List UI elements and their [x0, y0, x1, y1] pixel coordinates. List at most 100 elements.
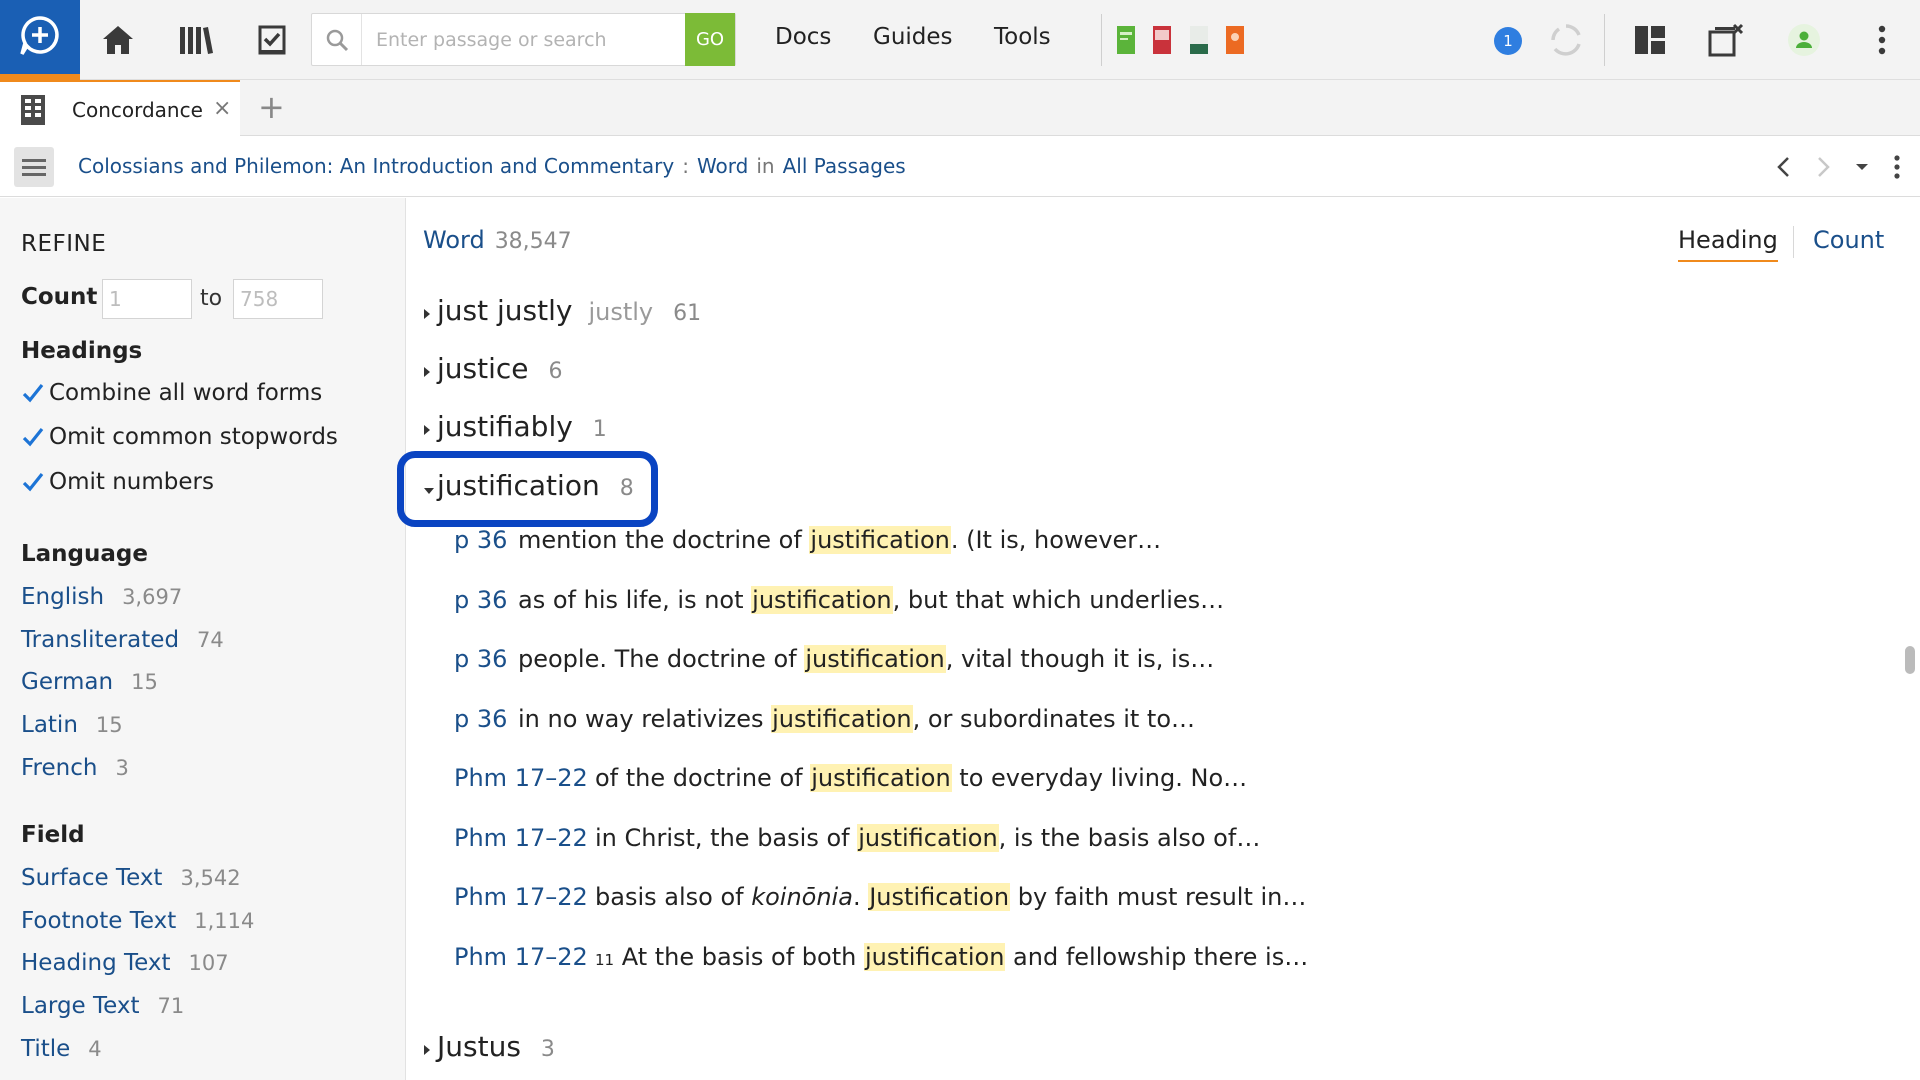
combine-word-forms-checkbox[interactable]: Combine all word forms: [21, 380, 322, 406]
docs-menu[interactable]: Docs: [775, 24, 831, 50]
field-facet-large-text[interactable]: Large Text 71: [21, 993, 184, 1019]
hit-text-after: , is the basis also of…: [998, 824, 1261, 852]
facet-label: German: [21, 669, 114, 695]
dark-book-icon[interactable]: [1179, 16, 1219, 64]
red-book-icon[interactable]: [1142, 16, 1182, 64]
hit-reference[interactable]: Phm 17–22: [454, 883, 595, 911]
tab-label: Concordance: [72, 98, 203, 122]
checklist-icon[interactable]: [248, 16, 296, 64]
scrollbar[interactable]: [1903, 278, 1915, 1078]
facet-label: Latin: [21, 712, 78, 738]
results-header-label[interactable]: Word: [423, 226, 485, 254]
breadcrumb-separator: :: [682, 154, 689, 178]
back-chevron-icon[interactable]: [1767, 151, 1799, 183]
library-icon[interactable]: [172, 16, 220, 64]
facet-count: 1,114: [194, 909, 255, 933]
hit-reference[interactable]: Phm 17–22: [454, 824, 595, 852]
facet-count: 4: [88, 1037, 102, 1061]
user-avatar-icon[interactable]: [1780, 16, 1828, 64]
hit-reference[interactable]: p 36: [454, 586, 518, 614]
go-button[interactable]: GO: [685, 13, 735, 66]
hit-text-after: by faith must result in…: [1010, 883, 1307, 911]
word-row-justus[interactable]: Justus 3: [423, 1030, 555, 1063]
tools-menu[interactable]: Tools: [994, 24, 1051, 50]
word-count: 6: [548, 359, 563, 384]
count-from-input[interactable]: [102, 279, 192, 319]
hit-row: p 36 in no way relativizes justification…: [454, 705, 1195, 733]
hit-row: Phm 17–22 basis also of koinōnia. Justif…: [454, 883, 1306, 911]
hit-text-before: At the basis of both: [614, 943, 864, 971]
hit-text-after: , but that which underlies…: [892, 586, 1225, 614]
notification-badge[interactable]: 1: [1494, 27, 1522, 55]
omit-stopwords-checkbox[interactable]: Omit common stopwords: [21, 424, 338, 450]
sort-by-heading-tab[interactable]: Heading: [1678, 226, 1778, 262]
field-facet-heading-text[interactable]: Heading Text 107: [21, 950, 229, 976]
count-label: Count: [21, 284, 98, 310]
word-count: 8: [619, 476, 634, 501]
language-label: Language: [21, 541, 148, 567]
word-count: 61: [673, 301, 702, 326]
facet-label: Transliterated: [21, 627, 180, 653]
hit-reference[interactable]: Phm 17–22: [454, 764, 595, 792]
tab-close-icon[interactable]: ×: [213, 96, 231, 121]
hit-text-after: and fellowship there is…: [1005, 943, 1309, 971]
footnote-number: 11: [595, 951, 615, 969]
hit-reference[interactable]: p 36: [454, 645, 518, 673]
word-row-justice[interactable]: justice 6: [423, 352, 563, 385]
more-menu-icon[interactable]: [1858, 16, 1906, 64]
facet-label: Heading Text: [21, 950, 171, 976]
tab-concordance[interactable]: Concordance ×: [0, 80, 240, 136]
hit-text-before: mention the doctrine of: [518, 526, 810, 554]
forward-chevron-icon[interactable]: [1808, 151, 1840, 183]
checkbox-label: Omit common stopwords: [49, 424, 338, 450]
language-facet-german[interactable]: German 15: [21, 669, 158, 695]
breadcrumb-resource[interactable]: Colossians and Philemon: An Introduction…: [78, 154, 674, 178]
count-to-label: to: [200, 286, 223, 311]
hit-row: Phm 17–22 of the doctrine of justificati…: [454, 764, 1247, 792]
field-label: Field: [21, 822, 85, 848]
count-to-input[interactable]: [233, 279, 323, 319]
hit-reference[interactable]: Phm 17–22: [454, 943, 595, 971]
field-facet-title[interactable]: Title 4: [21, 1036, 102, 1062]
breadcrumb-scope[interactable]: All Passages: [783, 154, 906, 178]
panel-menu-icon[interactable]: [14, 147, 54, 187]
sync-icon[interactable]: [1542, 16, 1590, 64]
hit-term: justification: [809, 526, 951, 554]
expand-arrow-icon: [423, 421, 437, 440]
word-row-justification[interactable]: justification 8: [423, 469, 634, 502]
language-facet-latin[interactable]: Latin 15: [21, 712, 123, 738]
panel-more-icon[interactable]: [1881, 151, 1913, 183]
language-facet-english[interactable]: English 3,697: [21, 584, 182, 610]
language-facet-transliterated[interactable]: Transliterated 74: [21, 627, 224, 653]
word-row-just-justly[interactable]: just justly justly 61: [423, 294, 701, 327]
home-icon[interactable]: [94, 16, 142, 64]
scrollbar-thumb[interactable]: [1905, 646, 1915, 674]
hit-row: Phm 17–22 in Christ, the basis of justif…: [454, 824, 1260, 852]
close-panels-icon[interactable]: [1702, 16, 1750, 64]
facet-count: 15: [131, 670, 158, 694]
logos-app-logo-icon[interactable]: [0, 0, 80, 80]
tab-strip: Concordance × +: [0, 80, 1920, 136]
facet-count: 71: [157, 994, 185, 1018]
checkbox-label: Omit numbers: [49, 469, 214, 495]
checkmark-icon: [21, 381, 45, 405]
word-row-justifiably[interactable]: justifiably 1: [423, 410, 607, 443]
field-facet-surface-text[interactable]: Surface Text 3,542: [21, 865, 241, 891]
search-input[interactable]: [362, 15, 735, 64]
hit-reference[interactable]: p 36: [454, 526, 518, 554]
green-book-icon[interactable]: [1106, 16, 1146, 64]
guides-menu[interactable]: Guides: [873, 24, 953, 50]
hit-reference[interactable]: p 36: [454, 705, 518, 733]
facet-label: Title: [21, 1036, 71, 1062]
field-facet-footnote-text[interactable]: Footnote Text 1,114: [21, 908, 254, 934]
checkmark-icon: [21, 425, 45, 449]
breadcrumb-field[interactable]: Word: [697, 154, 748, 178]
sort-by-count-tab[interactable]: Count: [1813, 226, 1884, 254]
language-facet-french[interactable]: French 3: [21, 755, 129, 781]
orange-book-icon[interactable]: [1215, 16, 1255, 64]
history-dropdown-icon[interactable]: [1846, 151, 1878, 183]
hit-text-before: in Christ, the basis of: [595, 824, 858, 852]
layout-icon[interactable]: [1626, 16, 1674, 64]
add-tab-icon[interactable]: +: [258, 88, 285, 126]
omit-numbers-checkbox[interactable]: Omit numbers: [21, 469, 214, 495]
